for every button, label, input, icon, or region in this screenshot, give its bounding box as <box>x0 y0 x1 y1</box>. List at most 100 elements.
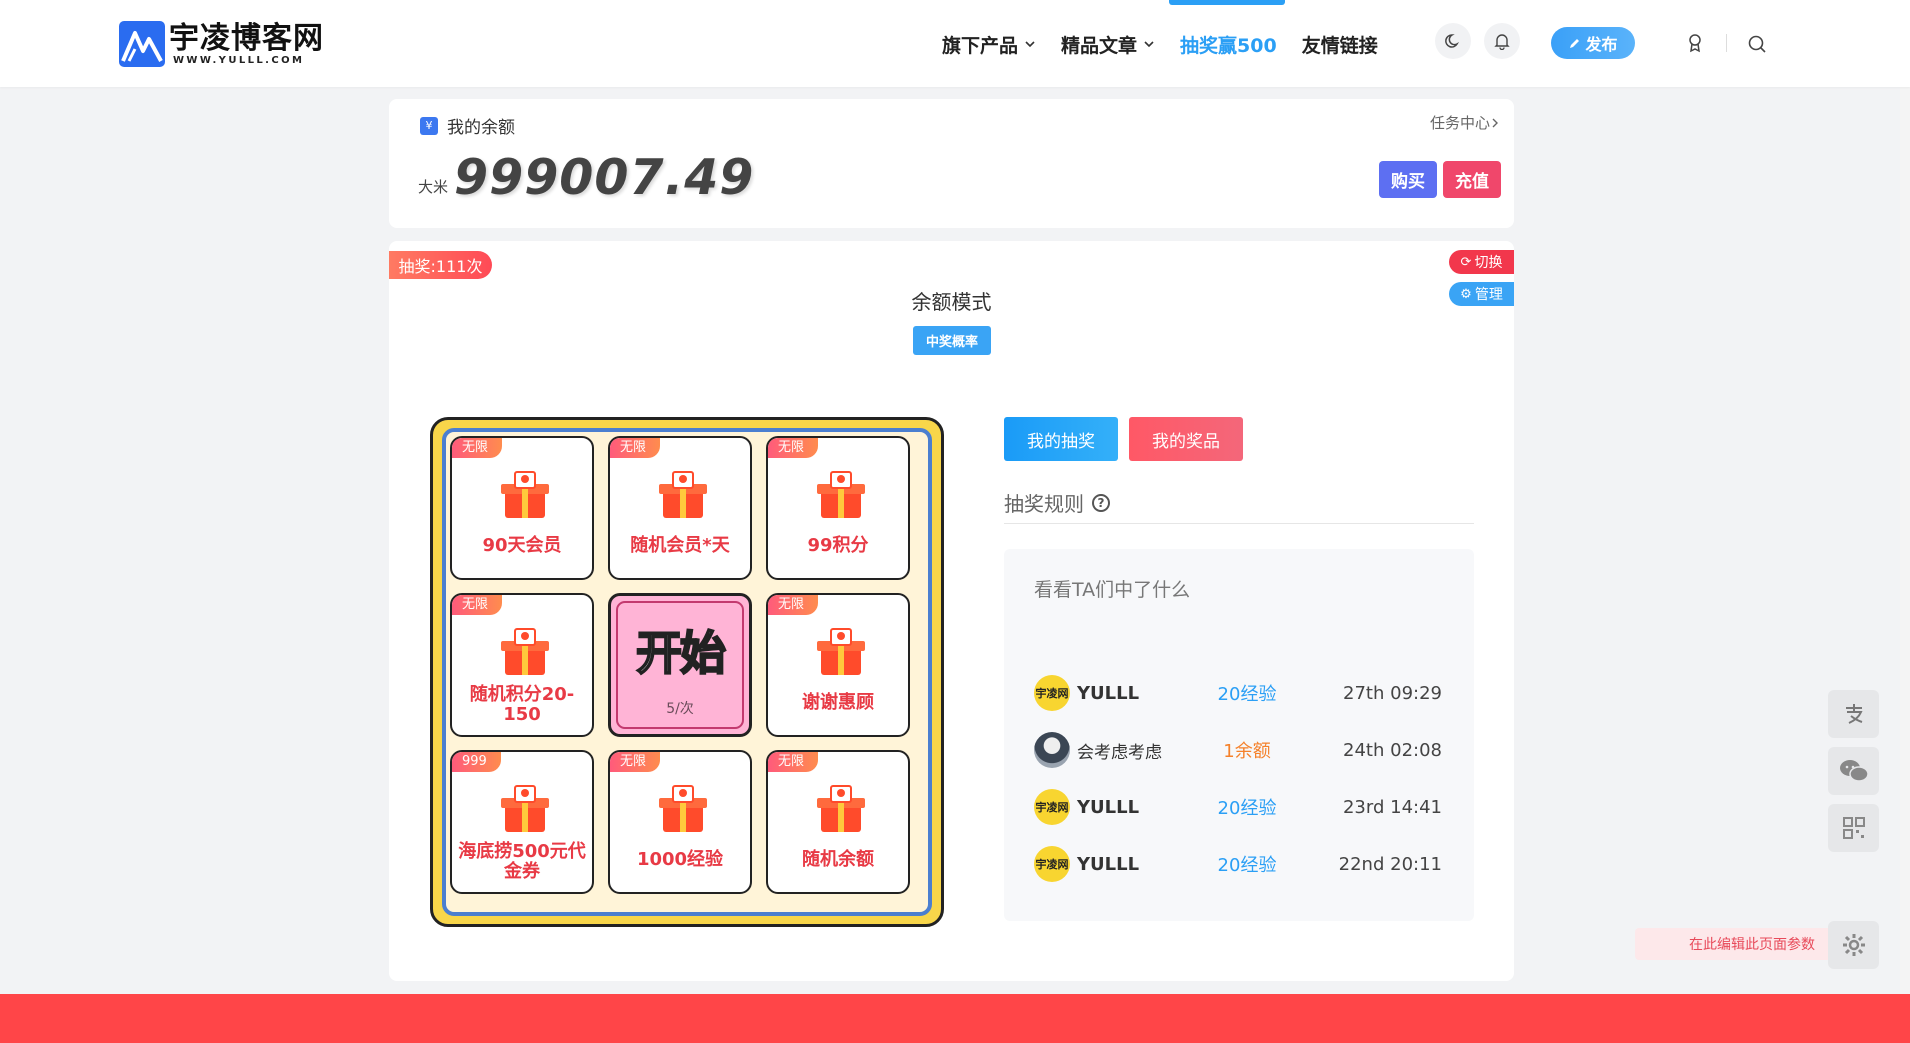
prize-label: 1000经验 <box>636 849 724 870</box>
gift-box-icon <box>659 785 707 832</box>
prize-cell: 无限 90天会员 <box>450 436 594 580</box>
start-button-inner: 开始 5/次 <box>616 601 744 729</box>
chevron-right-icon <box>1492 118 1498 127</box>
task-center-link[interactable]: 任务中心 <box>1430 112 1500 133</box>
prize-cell: 无限 谢谢惠顾 <box>766 593 910 737</box>
gear-icon <box>1842 934 1865 956</box>
prize-cell: 无限 随机会员*天 <box>608 436 752 580</box>
prize-tag: 无限 <box>452 595 503 615</box>
list-item: 宇凌网 YULLL 20经验 22nd 20:11 <box>1034 846 1444 882</box>
balance-title: ¥ 我的余额 <box>420 113 515 138</box>
logo-subtitle: WWW.YULLL.COM <box>173 54 305 66</box>
recharge-button[interactable]: 充值 <box>1443 161 1501 198</box>
buy-button[interactable]: 购买 <box>1379 161 1437 198</box>
winner-prize: 20经验 <box>1217 855 1277 876</box>
gift-box-icon <box>501 628 549 675</box>
probability-button[interactable]: 中奖概率 <box>913 326 991 355</box>
prize-label: 随机会员*天 <box>630 535 730 556</box>
page-scrollbar[interactable] <box>1900 0 1910 994</box>
user-badge-button[interactable] <box>1683 31 1707 55</box>
winner-time: 27th 09:29 <box>1343 682 1442 704</box>
winner-time: 24th 02:08 <box>1343 739 1442 761</box>
pencil-icon <box>1570 38 1580 48</box>
page-settings-button[interactable] <box>1828 921 1879 969</box>
avatar <box>1034 732 1070 768</box>
lottery-card: 抽奖:111次 ⟳ 切换 ⚙ 管理 余额模式 中奖概率 无限 90天会员 无限 … <box>389 241 1514 981</box>
refresh-icon: ⟳ <box>1460 254 1472 270</box>
prize-tag: 无限 <box>610 438 661 458</box>
prize-label: 随机余额 <box>802 849 874 870</box>
list-item: 宇凌网 YULLL 20经验 27th 09:29 <box>1034 675 1444 711</box>
gift-box-icon <box>817 785 865 832</box>
nav-item-links[interactable]: 友情链接 <box>1302 31 1378 58</box>
logo-title: 宇凌博客网 <box>169 20 324 56</box>
moon-icon <box>1445 34 1460 48</box>
chevron-down-icon <box>1144 41 1154 48</box>
search-icon <box>1748 35 1766 53</box>
lottery-board-inner: 无限 90天会员 无限 随机会员*天 无限 99积分 无限 随机积分20-150 <box>442 428 932 916</box>
prize-label: 99积分 <box>807 535 869 556</box>
nav-item-articles[interactable]: 精品文章 <box>1061 31 1155 58</box>
edit-page-hint[interactable]: 在此编辑此页面参数 <box>1635 928 1835 960</box>
badge-icon <box>1689 34 1701 53</box>
prize-label: 随机积分20-150 <box>469 684 575 725</box>
dark-mode-toggle[interactable] <box>1435 23 1471 59</box>
mode-title: 余额模式 <box>911 290 992 314</box>
prize-tag: 无限 <box>610 752 661 772</box>
prize-label: 海底捞500元代金券 <box>458 841 586 882</box>
prize-cell: 999 海底捞500元代金券 <box>450 750 594 894</box>
winner-prize: 20经验 <box>1217 684 1277 705</box>
help-icon: ? <box>1092 493 1110 512</box>
start-label: 开始 <box>635 626 727 680</box>
nav-item-products[interactable]: 旗下产品 <box>942 31 1036 58</box>
prize-tag: 无限 <box>768 752 819 772</box>
balance-unit: 大米 <box>418 178 449 196</box>
rules-divider <box>1004 523 1474 524</box>
avatar: 宇凌网 <box>1034 789 1070 825</box>
gift-box-icon <box>659 471 707 518</box>
publish-button[interactable]: 发布 <box>1551 27 1635 59</box>
alipay-button[interactable] <box>1828 690 1879 738</box>
winner-time: 22nd 20:11 <box>1338 853 1442 875</box>
my-prizes-button[interactable]: 我的奖品 <box>1129 417 1243 461</box>
prize-cell: 无限 随机余额 <box>766 750 910 894</box>
switch-mode-button[interactable]: ⟳ 切换 <box>1449 250 1514 274</box>
header-divider <box>1726 34 1727 52</box>
qrcode-icon <box>1842 817 1865 839</box>
gift-box-icon <box>817 628 865 675</box>
winner-prize: 20经验 <box>1217 798 1277 819</box>
list-item: 会考虑考虑 1余额 24th 02:08 <box>1034 732 1444 768</box>
prize-tag: 无限 <box>768 438 819 458</box>
list-item: 宇凌网 YULLL 20经验 23rd 14:41 <box>1034 789 1444 825</box>
prize-cell: 无限 随机积分20-150 <box>450 593 594 737</box>
winners-title: 看看TA们中了什么 <box>1034 579 1191 601</box>
logo-mark-icon <box>119 21 165 67</box>
prize-cell: 无限 99积分 <box>766 436 910 580</box>
search-button[interactable] <box>1745 32 1769 56</box>
winners-panel: 看看TA们中了什么 宇凌网 YULLL 20经验 27th 09:29 会考虑考… <box>1004 549 1474 921</box>
avatar: 宇凌网 <box>1034 675 1070 711</box>
nav-item-lottery[interactable]: 抽奖赢500 <box>1180 31 1277 58</box>
balance-amount: 大米 999007.49 <box>418 149 754 206</box>
prize-cell: 无限 1000经验 <box>608 750 752 894</box>
winner-name: 会考虑考虑 <box>1077 742 1162 763</box>
prize-tag: 无限 <box>768 595 819 615</box>
qrcode-button[interactable] <box>1828 804 1879 852</box>
wechat-button[interactable] <box>1828 747 1879 795</box>
lottery-rules[interactable]: 抽奖规则 ? <box>1004 488 1110 517</box>
site-logo[interactable]: 宇凌博客网 WWW.YULLL.COM <box>119 21 324 67</box>
nav-active-indicator <box>1169 0 1285 5</box>
notifications-button[interactable] <box>1484 23 1520 59</box>
prize-label: 谢谢惠顾 <box>802 692 874 713</box>
prize-tag: 999 <box>452 752 501 772</box>
avatar: 宇凌网 <box>1034 846 1070 882</box>
winners-list[interactable]: 宇凌网 YULLL 20经验 27th 09:29 会考虑考虑 1余额 24th… <box>1004 599 1474 897</box>
winner-time: 23rd 14:41 <box>1342 796 1442 818</box>
prize-tag: 无限 <box>452 438 503 458</box>
winner-name: YULLL <box>1077 796 1140 818</box>
draw-count-badge: 抽奖:111次 <box>389 251 492 279</box>
start-button[interactable]: 开始 5/次 <box>608 593 752 737</box>
gift-box-icon <box>817 471 865 518</box>
my-draws-button[interactable]: 我的抽奖 <box>1004 417 1118 461</box>
balance-card: ¥ 我的余额 任务中心 大米 999007.49 购买 充值 <box>389 99 1514 228</box>
